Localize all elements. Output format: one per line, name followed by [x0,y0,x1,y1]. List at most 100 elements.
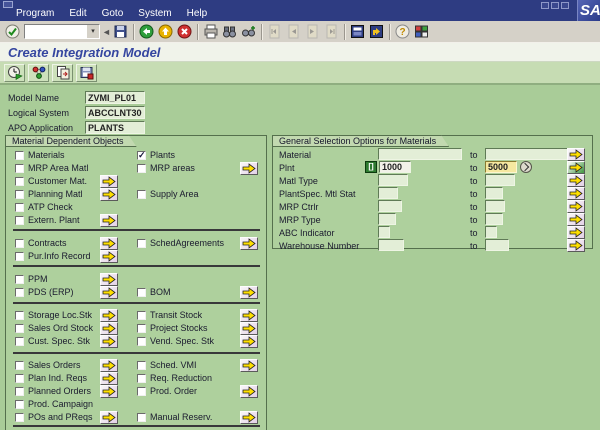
execute-button[interactable] [4,64,25,82]
multiple-selection-button[interactable] [567,226,585,239]
multiple-selection-button[interactable] [567,174,585,187]
command-input[interactable] [25,25,87,38]
minimize-button[interactable] [541,2,549,9]
multiple-selection-button[interactable] [100,309,118,322]
plantspec-to-input[interactable] [485,187,503,199]
checkbox-pds-erp[interactable] [15,288,24,297]
mrp-ctrlr-to-input[interactable] [485,200,505,212]
checkbox-extern-plant[interactable] [15,216,24,225]
checkbox-ppm[interactable] [15,275,24,284]
find-button[interactable] [220,23,239,41]
matl-type-from-input[interactable] [378,174,408,186]
possible-entries-icon[interactable] [520,161,532,173]
checkbox-transit-stock[interactable] [137,311,146,320]
new-session-button[interactable] [348,23,367,41]
previous-page-button[interactable] [284,23,303,41]
warehouse-from-input[interactable] [378,239,404,251]
save-variant-button[interactable] [76,64,97,82]
print-button[interactable] [201,23,220,41]
create-shortcut-button[interactable] [367,23,386,41]
checkbox-sales-ord-stock[interactable] [15,324,24,333]
checkbox-schedagreements[interactable] [137,239,146,248]
checkbox-plants[interactable] [137,151,146,160]
multiple-selection-button[interactable] [100,188,118,201]
multiple-selection-button[interactable] [240,237,258,250]
multiple-selection-button[interactable] [240,286,258,299]
apo-application-input[interactable] [85,121,145,134]
checkbox-customer-mat[interactable] [15,177,24,186]
menu-help[interactable]: Help [187,8,208,19]
multiple-selection-button[interactable] [567,148,585,161]
copy-model-button[interactable] [52,64,73,82]
multiple-selection-button[interactable] [100,286,118,299]
checkbox-storage-loc-stk[interactable] [15,311,24,320]
multiple-selection-button[interactable] [240,309,258,322]
customize-layout-button[interactable] [412,23,431,41]
cancel-button[interactable] [175,23,194,41]
save-button[interactable] [111,23,130,41]
checkbox-planning-matl[interactable] [15,190,24,199]
enter-button[interactable] [3,23,22,41]
multiple-selection-button[interactable] [567,200,585,213]
multiple-selection-button[interactable] [100,359,118,372]
checkbox-materials[interactable] [15,151,24,160]
checkbox-prod-campaign[interactable] [15,400,24,409]
multiple-selection-button[interactable] [100,175,118,188]
warehouse-to-input[interactable] [485,239,509,251]
multiple-selection-button[interactable] [100,237,118,250]
abc-indicator-from-input[interactable] [378,226,390,238]
mrp-type-from-input[interactable] [378,213,396,225]
checkbox-project-stocks[interactable] [137,324,146,333]
multiple-selection-button[interactable] [567,213,585,226]
abc-indicator-to-input[interactable] [485,226,497,238]
multiple-selection-button[interactable] [240,335,258,348]
multiple-selection-button[interactable] [240,385,258,398]
menu-system[interactable]: System [138,8,171,19]
multiple-selection-button[interactable] [240,411,258,424]
next-page-button[interactable] [303,23,322,41]
checkbox-pur-info-record[interactable] [15,252,24,261]
menu-edit[interactable]: Edit [69,8,86,19]
multiple-selection-button[interactable] [567,161,585,174]
multiple-selection-button[interactable] [100,250,118,263]
multiple-selection-button[interactable] [100,322,118,335]
checkbox-mrp-area-matl[interactable] [15,164,24,173]
checkbox-manual-reserv[interactable] [137,413,146,422]
material-from-input[interactable] [378,148,462,160]
mrp-type-to-input[interactable] [485,213,503,225]
multiple-selection-button[interactable] [567,187,585,200]
plnt-from-input[interactable] [379,161,411,173]
model-name-input[interactable] [85,91,145,104]
command-history-icon[interactable]: ▾ [87,25,99,38]
multiple-selection-button[interactable] [100,273,118,286]
checkbox-supply-area[interactable] [137,190,146,199]
multiple-selection-button[interactable] [240,359,258,372]
checkbox-cust-spec-stk[interactable] [15,337,24,346]
logical-system-input[interactable] [85,106,145,119]
back-button[interactable] [137,23,156,41]
system-menu-icon[interactable] [3,1,13,8]
checkbox-sales-orders[interactable] [15,361,24,370]
checkbox-sched-vmi[interactable] [137,361,146,370]
multiple-selection-button[interactable] [100,335,118,348]
multiple-selection-button[interactable] [100,385,118,398]
plnt-to-input[interactable] [485,161,517,173]
checkbox-atp-check[interactable] [15,203,24,212]
checkbox-vend-spec-stk[interactable] [137,337,146,346]
last-page-button[interactable] [322,23,341,41]
multiple-selection-button[interactable] [100,411,118,424]
find-next-button[interactable] [239,23,258,41]
matl-type-to-input[interactable] [485,174,515,186]
checkbox-bom[interactable] [137,288,146,297]
mrp-ctrlr-from-input[interactable] [378,200,402,212]
multiple-selection-button[interactable] [240,162,258,175]
consistency-check-button[interactable] [28,64,49,82]
exit-button[interactable] [156,23,175,41]
collapse-toolbar-icon[interactable]: ◄ [102,27,111,37]
close-button[interactable] [561,2,569,9]
material-to-input[interactable] [485,148,569,160]
multiple-selection-button[interactable] [567,239,585,252]
multiple-selection-button[interactable] [240,322,258,335]
checkbox-planned-orders[interactable] [15,387,24,396]
checkbox-prod-order[interactable] [137,387,146,396]
